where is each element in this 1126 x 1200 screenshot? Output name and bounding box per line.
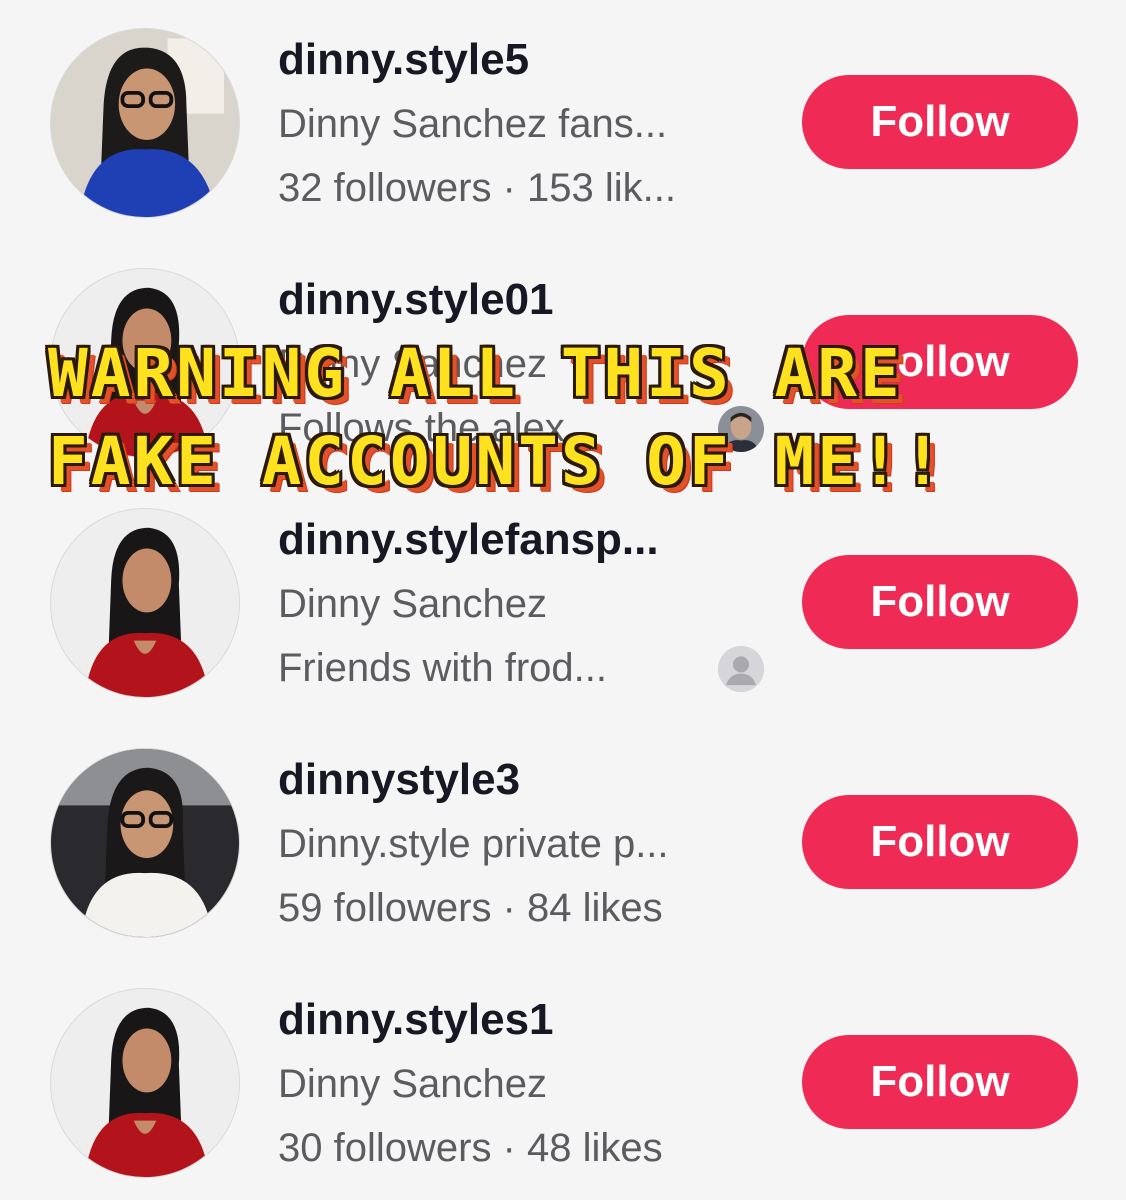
profile-photo-icon — [51, 29, 239, 217]
username[interactable]: dinny.stylefansp... — [278, 514, 659, 566]
account-subtitle: Dinny.style private p... — [278, 822, 669, 866]
follow-button[interactable]: Follow — [802, 795, 1078, 889]
avatar-woman-glasses-blue-top[interactable] — [50, 28, 240, 218]
avatar-woman-glasses-white-top[interactable] — [50, 748, 240, 938]
avatar-woman-red-top[interactable] — [50, 508, 240, 698]
default-user-icon — [718, 646, 764, 692]
warning-text-line-1: WARNING ALL THIS ARE — [48, 335, 903, 412]
username[interactable]: dinny.styles1 — [278, 994, 554, 1046]
profile-photo-icon — [51, 989, 239, 1177]
username[interactable]: dinny.style01 — [278, 274, 554, 326]
account-row[interactable]: dinny.styles1 Dinny Sanchez 30 followers… — [0, 960, 1126, 1200]
account-row[interactable]: dinny.stylefansp... Dinny Sanchez Friend… — [0, 480, 1126, 720]
profile-photo-icon — [51, 749, 239, 937]
warning-text-line-2: FAKE ACCOUNTS OF ME!! — [48, 423, 946, 500]
account-stats: 32 followers · 153 lik... — [278, 166, 676, 210]
account-subtitle: Dinny Sanchez — [278, 1062, 548, 1106]
warning-overlay: WARNING ALL THIS ARE FAKE ACCOUNTS OF ME… — [0, 335, 1126, 505]
follow-button[interactable]: Follow — [802, 1035, 1078, 1129]
follow-button[interactable]: Follow — [802, 75, 1078, 169]
account-subtitle: Dinny Sanchez — [278, 582, 548, 626]
account-stats: 30 followers · 48 likes — [278, 1126, 663, 1170]
account-stats: 59 followers · 84 likes — [278, 886, 663, 930]
suggested-accounts-list: dinny.style5 Dinny Sanchez fans... 32 fo… — [0, 0, 1126, 1200]
mutual-friends-text: Friends with frod... — [278, 646, 608, 690]
username[interactable]: dinny.style5 — [278, 34, 529, 86]
profile-photo-icon — [51, 509, 239, 697]
follow-button[interactable]: Follow — [802, 555, 1078, 649]
account-subtitle: Dinny Sanchez fans... — [278, 102, 668, 146]
account-row[interactable]: dinny.style5 Dinny Sanchez fans... 32 fo… — [0, 0, 1126, 240]
avatar-woman-red-top[interactable] — [50, 988, 240, 1178]
account-row[interactable]: dinnystyle3 Dinny.style private p... 59 … — [0, 720, 1126, 960]
username[interactable]: dinnystyle3 — [278, 754, 520, 806]
